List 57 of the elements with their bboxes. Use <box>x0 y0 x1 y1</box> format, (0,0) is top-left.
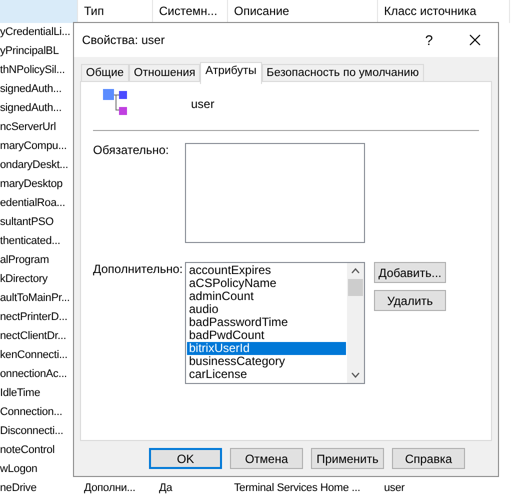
list-item[interactable]: audio <box>187 303 346 316</box>
field-label: Дополнительно: <box>93 262 184 278</box>
table-cell-text: yCredentialLi... <box>0 25 72 40</box>
list-item[interactable]: accountExpires <box>187 264 346 277</box>
table-cell-text: onnectionAc... <box>0 367 68 382</box>
table-cell-text: edentialRoa... <box>0 196 66 211</box>
dialog-button[interactable]: Удалить <box>374 290 446 311</box>
table-cell-text: kDirectory <box>0 272 49 287</box>
tab[interactable]: Безопасность по умолчанию <box>262 64 424 82</box>
table-cell-text: kenConnecti... <box>0 348 69 363</box>
table-cell-text: maryDesktop <box>0 177 64 192</box>
dialog-button[interactable]: Отмена <box>230 448 303 469</box>
scrollbar[interactable] <box>347 263 364 383</box>
list-item[interactable]: badPasswordTime <box>187 316 346 329</box>
table-cell-text: ncServerUrl <box>0 120 57 135</box>
dialog-button[interactable]: Справка <box>392 448 465 469</box>
list-item[interactable]: bitrixUserId <box>187 342 346 355</box>
table-cell-text: thenticated... <box>0 234 62 249</box>
table-cell-text: sultantPSO <box>0 215 55 230</box>
table-cell-text: IdleTime <box>0 386 42 401</box>
object-name: user <box>191 97 214 111</box>
table-cell-text: alProgram <box>0 253 50 268</box>
list-item[interactable]: carLicense <box>187 368 346 381</box>
tab[interactable]: Атрибуты <box>200 62 262 84</box>
table-cell-text: signedAuth... <box>0 101 63 116</box>
table-cell-text: noteControl <box>0 443 56 458</box>
table-cell-text: wLogon <box>0 462 38 477</box>
window-title: Свойства: user <box>82 33 166 47</box>
list-item[interactable]: badPwdCount <box>187 329 346 342</box>
scroll-thumb[interactable] <box>348 279 363 296</box>
table-cell-text: yPrincipalBL <box>0 44 60 59</box>
help-button[interactable]: ? <box>406 23 452 57</box>
table-cell-text: maryCompu... <box>0 139 68 154</box>
table-cell-text: Disconnecti... <box>0 424 64 439</box>
dialog-button[interactable]: OK <box>149 448 222 469</box>
dialog-button[interactable]: Добавить... <box>374 262 446 283</box>
table-cell-text: Да <box>159 481 174 494</box>
table-cell-text: Terminal Services Home ... <box>234 481 362 494</box>
table-cell-text: aultToMainPr... <box>0 291 71 306</box>
field-label: Обязательно: <box>93 143 170 159</box>
table-cell-text: neDrive <box>0 481 38 494</box>
table-cell-text: nectClientDr... <box>0 329 68 344</box>
table-cell-text: thNPolicySil... <box>0 63 66 78</box>
table-cell-text: ondaryDeskt... <box>0 158 70 173</box>
dialog-button[interactable]: Применить <box>311 448 384 469</box>
table-cell-text: user <box>384 481 406 494</box>
tab[interactable]: Общие <box>81 64 129 82</box>
tab[interactable]: Отношения <box>128 64 200 82</box>
table-cell-text: Дополни... <box>84 481 136 494</box>
list-item[interactable]: businessCategory <box>187 355 346 368</box>
column-header[interactable] <box>0 0 78 23</box>
list-item[interactable]: adminCount <box>187 290 346 303</box>
table-cell-text: Connection... <box>0 405 64 420</box>
list-item[interactable]: aCSPolicyName <box>187 277 346 290</box>
table-cell-text: nectPrinterD... <box>0 310 68 325</box>
table-cell-text: signedAuth... <box>0 82 63 97</box>
close-icon <box>469 34 481 46</box>
